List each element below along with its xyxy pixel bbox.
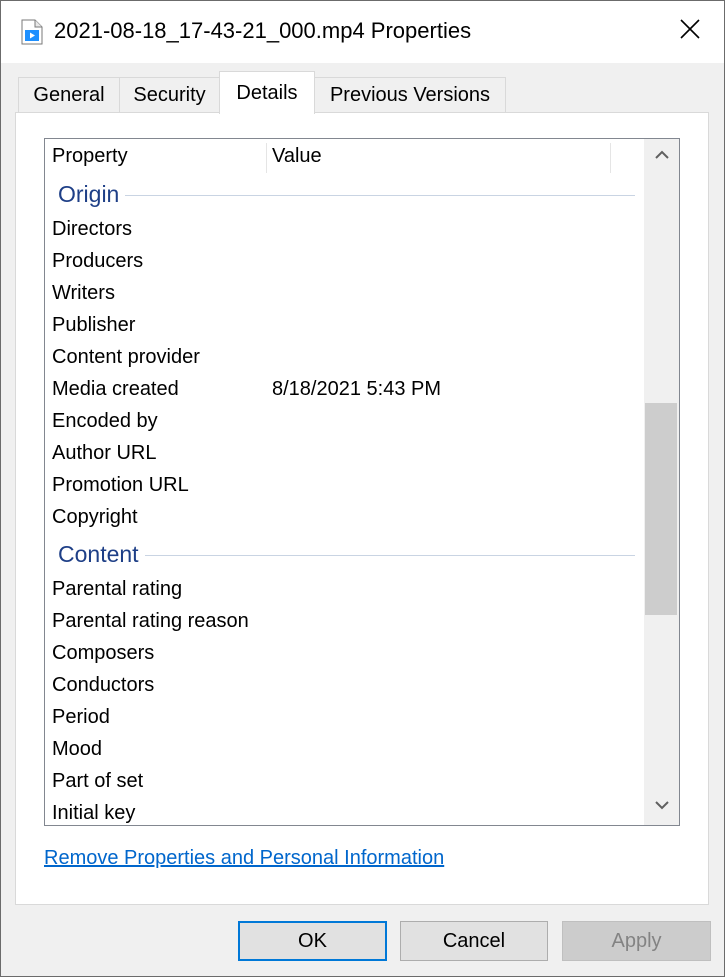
properties-dialog: 2021-08-18_17-43-21_000.mp4 Properties G… <box>0 0 725 977</box>
list-header: Property Value <box>45 139 643 174</box>
property-name: Encoded by <box>52 410 158 432</box>
property-value: 8/18/2021 5:43 PM <box>272 378 442 400</box>
property-name: Parental rating <box>52 578 183 600</box>
group-divider <box>125 195 635 196</box>
scrollbar-thumb[interactable] <box>645 403 677 615</box>
ok-button[interactable]: OK <box>238 921 387 961</box>
list-item[interactable]: Media created 8/18/2021 5:43 PM <box>45 374 643 406</box>
property-name: Directors <box>52 218 133 240</box>
property-name: Producers <box>52 250 144 272</box>
property-name: Part of set <box>52 770 144 792</box>
property-name: Conductors <box>52 674 155 696</box>
property-name: Media created <box>52 378 179 400</box>
group-title: Origin <box>58 180 120 207</box>
list-item[interactable]: Encoded by <box>45 406 643 438</box>
list-rows: Origin Directors Producers Writers Publi… <box>45 174 643 825</box>
title-bar: 2021-08-18_17-43-21_000.mp4 Properties <box>1 1 724 63</box>
column-separator[interactable] <box>266 143 267 173</box>
column-separator[interactable] <box>610 143 611 173</box>
list-item[interactable]: Publisher <box>45 310 643 342</box>
cancel-button[interactable]: Cancel <box>400 921 548 961</box>
chevron-down-icon <box>654 797 669 815</box>
list-item[interactable]: Content provider <box>45 342 643 374</box>
column-header-value[interactable]: Value <box>272 139 602 174</box>
close-icon <box>679 18 701 45</box>
list-item[interactable]: Initial key <box>45 798 643 825</box>
remove-properties-link[interactable]: Remove Properties and Personal Informati… <box>44 847 444 870</box>
scroll-down-button[interactable] <box>644 789 679 823</box>
properties-list[interactable]: Property Value Origin Directors Producer… <box>44 138 680 826</box>
tab-previous-versions[interactable]: Previous Versions <box>314 77 506 113</box>
apply-button[interactable]: Apply <box>562 921 711 961</box>
list-item[interactable]: Parental rating <box>45 574 643 606</box>
property-name: Publisher <box>52 314 136 336</box>
property-name: Author URL <box>52 442 157 464</box>
list-item[interactable]: Copyright <box>45 502 643 534</box>
property-name: Initial key <box>52 802 136 824</box>
tab-general[interactable]: General <box>18 77 120 113</box>
property-name: Period <box>52 706 110 728</box>
property-name: Writers <box>52 282 115 304</box>
list-item[interactable]: Author URL <box>45 438 643 470</box>
property-name: Promotion URL <box>52 474 189 496</box>
tab-details[interactable]: Details <box>219 71 315 114</box>
list-item[interactable]: Writers <box>45 278 643 310</box>
property-name: Composers <box>52 642 155 664</box>
list-item[interactable]: Promotion URL <box>45 470 643 502</box>
list-item[interactable]: Producers <box>45 246 643 278</box>
property-name: Mood <box>52 738 103 760</box>
tab-strip: General Security Details Previous Versio… <box>1 71 724 114</box>
group-header-content[interactable]: Content <box>45 534 643 574</box>
chevron-up-icon <box>654 147 669 165</box>
group-title: Content <box>58 540 139 567</box>
group-divider <box>144 555 635 556</box>
property-name: Parental rating reason <box>52 610 249 632</box>
tab-security[interactable]: Security <box>119 77 220 113</box>
list-item[interactable]: Composers <box>45 638 643 670</box>
vertical-scrollbar[interactable] <box>644 139 679 825</box>
details-panel: Property Value Origin Directors Producer… <box>15 112 709 905</box>
list-item[interactable]: Directors <box>45 214 643 246</box>
column-header-property[interactable]: Property <box>52 139 262 174</box>
property-name: Copyright <box>52 506 138 528</box>
scroll-up-button[interactable] <box>644 139 679 173</box>
group-header-origin[interactable]: Origin <box>45 174 643 214</box>
property-name: Content provider <box>52 346 200 368</box>
list-item[interactable]: Period <box>45 702 643 734</box>
list-item[interactable]: Part of set <box>45 766 643 798</box>
window-title: 2021-08-18_17-43-21_000.mp4 Properties <box>54 18 472 43</box>
list-item[interactable]: Parental rating reason <box>45 606 643 638</box>
list-item[interactable]: Mood <box>45 734 643 766</box>
video-file-icon <box>21 19 43 45</box>
list-item[interactable]: Conductors <box>45 670 643 702</box>
close-button[interactable] <box>663 9 717 53</box>
